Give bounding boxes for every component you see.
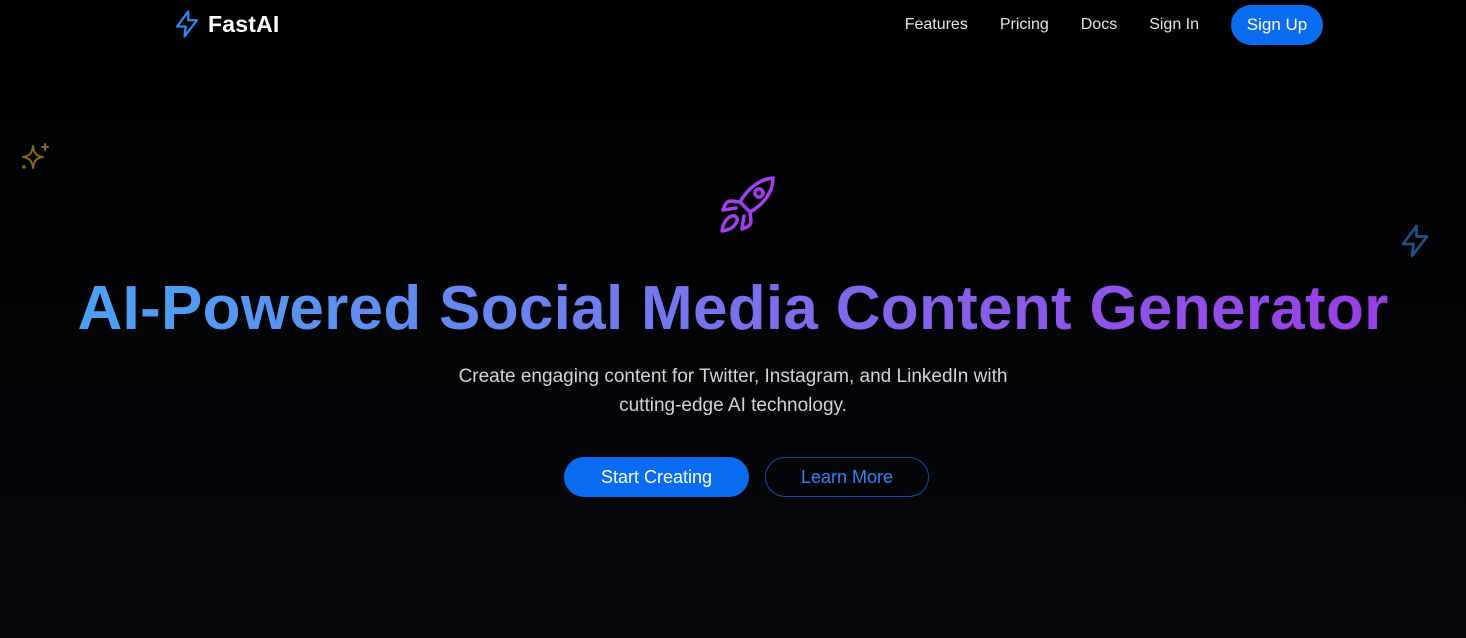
learn-more-button[interactable]: Learn More bbox=[765, 457, 929, 497]
sign-up-button[interactable]: Sign Up bbox=[1231, 5, 1323, 45]
rocket-icon bbox=[718, 174, 778, 241]
hero-subtitle: Create engaging content for Twitter, Ins… bbox=[0, 362, 1466, 420]
brand-name: FastAI bbox=[208, 10, 280, 37]
lightning-bolt-icon bbox=[1397, 222, 1433, 265]
lightning-bolt-icon bbox=[172, 9, 202, 39]
nav-link-pricing[interactable]: Pricing bbox=[1000, 16, 1049, 34]
hero-title: AI-Powered Social Media Content Generato… bbox=[0, 272, 1466, 346]
brand-logo-link[interactable]: FastAI bbox=[172, 9, 280, 39]
hero-cta-group: Start Creating Learn More bbox=[564, 457, 929, 497]
main-nav: Features Pricing Docs Sign In Sign Up bbox=[905, 5, 1323, 45]
hero-subtitle-line-1: Create engaging content for Twitter, Ins… bbox=[458, 366, 1008, 387]
nav-link-docs[interactable]: Docs bbox=[1081, 16, 1117, 34]
sparkles-icon bbox=[18, 140, 52, 179]
nav-link-features[interactable]: Features bbox=[905, 16, 968, 34]
top-navbar: FastAI Features Pricing Docs Sign In Sig… bbox=[0, 0, 1466, 50]
start-creating-button[interactable]: Start Creating bbox=[564, 457, 749, 497]
landing-page: FastAI Features Pricing Docs Sign In Sig… bbox=[0, 0, 1466, 638]
hero-subtitle-line-2: cutting-edge AI technology. bbox=[619, 395, 847, 416]
nav-link-sign-in[interactable]: Sign In bbox=[1149, 16, 1199, 34]
hero-title-text: AI-Powered Social Media Content Generato… bbox=[77, 274, 1389, 343]
